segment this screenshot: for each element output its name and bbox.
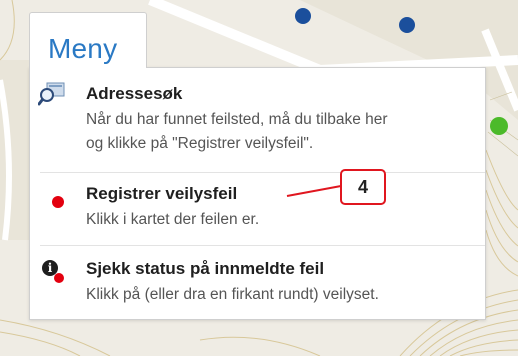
step-number-callout: 4 <box>340 169 386 205</box>
menu-item-description-line: Klikk i kartet der feilen er. <box>86 211 260 228</box>
red-dot-icon <box>54 273 64 283</box>
menu-item-description-line: Klikk på (eller dra en firkant rundt) ve… <box>86 286 379 303</box>
menu-item-title: Adressesøk <box>86 84 183 103</box>
menu-item-description-line: Når du har funnet feilsted, må du tilbak… <box>86 111 388 128</box>
menu-item-title: Registrer veilysfeil <box>86 184 238 203</box>
search-magnifier-icon <box>38 82 65 106</box>
menu-tab[interactable]: Meny <box>29 12 147 68</box>
red-dot-icon <box>52 196 64 208</box>
menu-item-description-line: og klikke på "Registrer veilysfeil". <box>86 135 314 152</box>
map-marker-blue[interactable] <box>399 17 415 33</box>
menu-panel: Adressesøk Når du har funnet feilsted, m… <box>29 67 486 320</box>
menu-tab-label: Meny <box>48 33 118 64</box>
map-marker-blue[interactable] <box>295 8 311 24</box>
map-marker-green[interactable] <box>490 117 508 135</box>
menu-item-check-status[interactable]: i Sjekk status på innmeldte feil Klikk p… <box>30 246 485 320</box>
menu-item-title: Sjekk status på innmeldte feil <box>86 259 325 278</box>
menu-item-register-fault[interactable]: Registrer veilysfeil Klikk i kartet der … <box>30 173 485 245</box>
map-page: Meny Adressesøk Når du har funnet feilst… <box>0 0 518 356</box>
menu-item-address-search[interactable]: Adressesøk Når du har funnet feilsted, m… <box>30 68 485 172</box>
